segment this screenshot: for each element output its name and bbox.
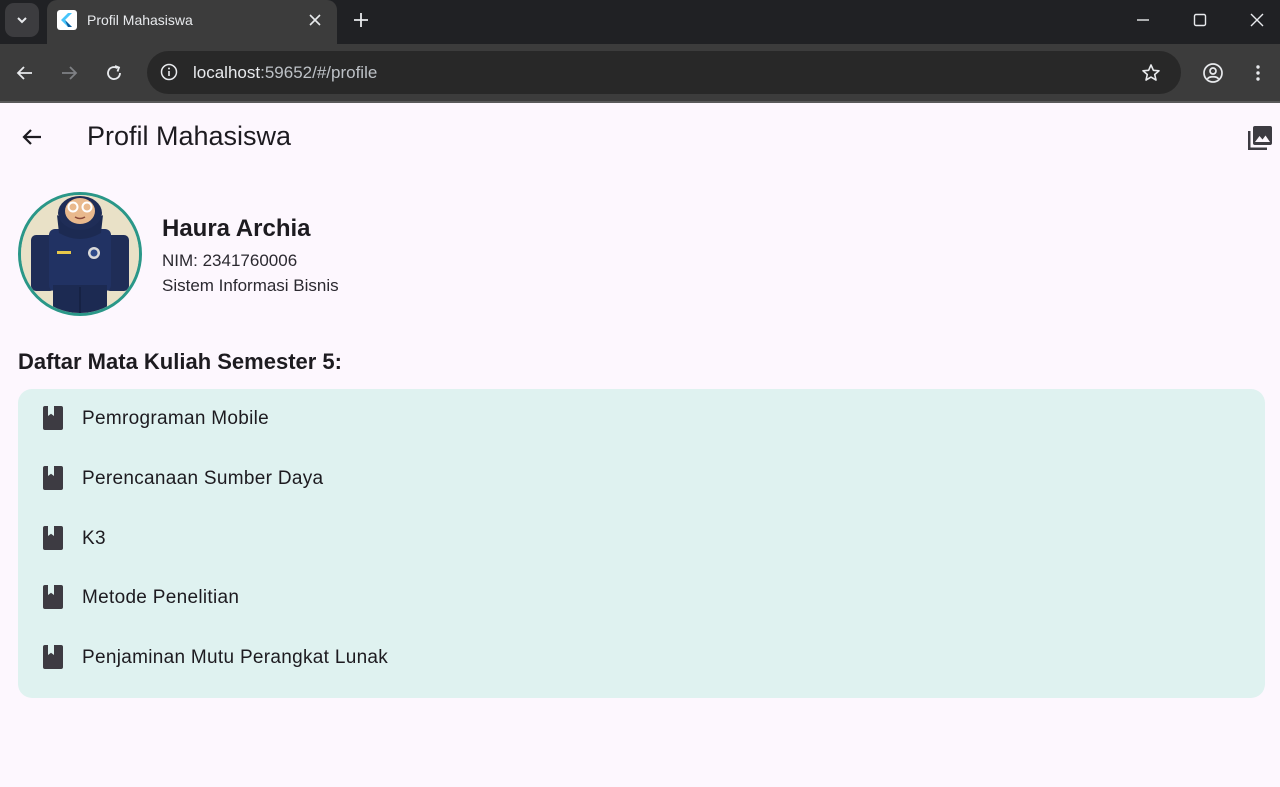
minimize-button[interactable] bbox=[1114, 0, 1171, 40]
course-item[interactable]: Metode Penelitian bbox=[18, 568, 1265, 627]
avatar bbox=[18, 192, 142, 316]
profile-button[interactable] bbox=[1199, 59, 1227, 87]
new-tab-button[interactable] bbox=[349, 8, 373, 32]
avatar-illustration bbox=[21, 195, 139, 313]
url-text: localhost:59652/#/profile bbox=[193, 63, 377, 83]
tab-search-button[interactable] bbox=[5, 3, 39, 37]
address-bar[interactable]: localhost:59652/#/profile bbox=[147, 51, 1181, 94]
arrow-left-icon bbox=[22, 129, 41, 145]
courses-section-title: Daftar Mata Kuliah Semester 5: bbox=[18, 349, 342, 374]
student-name: Haura Archia bbox=[162, 215, 311, 242]
course-item[interactable]: Perencanaan Sumber Daya bbox=[18, 449, 1265, 508]
arrow-right-icon bbox=[62, 66, 78, 80]
browser-menu-button[interactable] bbox=[1244, 59, 1272, 87]
browser-back-button[interactable] bbox=[11, 59, 39, 87]
course-item[interactable]: Penjaminan Mutu Perangkat Lunak bbox=[18, 628, 1265, 687]
course-label: Perencanaan Sumber Daya bbox=[82, 468, 324, 489]
browser-forward-button[interactable] bbox=[55, 59, 83, 87]
browser-tabstrip: Profil Mahasiswa bbox=[0, 0, 1280, 44]
student-program: Sistem Informasi Bisnis bbox=[162, 276, 339, 295]
reload-icon bbox=[107, 65, 121, 80]
maximize-icon bbox=[1193, 13, 1206, 27]
maximize-button[interactable] bbox=[1171, 0, 1228, 40]
arrow-left-icon bbox=[16, 66, 32, 80]
site-info-icon[interactable] bbox=[159, 62, 179, 82]
tab-title: Profil Mahasiswa bbox=[87, 12, 193, 28]
bookmark-star-button[interactable] bbox=[1139, 61, 1163, 85]
close-icon bbox=[1250, 13, 1263, 27]
reload-button[interactable] bbox=[100, 59, 128, 87]
course-label: Pemrograman Mobile bbox=[82, 408, 270, 429]
gallery-button[interactable] bbox=[1244, 123, 1276, 153]
course-item[interactable]: Pemrograman Mobile bbox=[18, 389, 1265, 448]
app-bar: Profil Mahasiswa bbox=[0, 103, 1280, 171]
book-icon bbox=[43, 585, 63, 609]
course-item[interactable]: K3 bbox=[18, 509, 1265, 568]
back-button[interactable] bbox=[16, 121, 48, 153]
browser-toolbar: localhost:59652/#/profile bbox=[0, 44, 1280, 102]
account-circle-icon bbox=[1203, 63, 1223, 83]
book-icon bbox=[43, 645, 63, 669]
minimize-icon bbox=[1136, 19, 1149, 21]
page-title: Profil Mahasiswa bbox=[87, 121, 292, 151]
book-icon bbox=[43, 526, 63, 550]
book-icon bbox=[43, 406, 63, 430]
book-icon bbox=[43, 466, 63, 490]
course-list-card: Pemrograman Mobile Perencanaan Sumber Da… bbox=[18, 389, 1265, 698]
student-nim: NIM: 2341760006 bbox=[162, 251, 298, 270]
chevron-down-icon bbox=[17, 17, 27, 24]
url-host: localhost bbox=[193, 63, 261, 82]
plus-icon bbox=[354, 13, 368, 27]
photo-library-icon bbox=[1248, 126, 1272, 150]
more-vert-icon bbox=[1256, 65, 1260, 81]
course-label: Metode Penelitian bbox=[82, 587, 240, 608]
close-icon bbox=[309, 14, 321, 26]
flutter-favicon-icon bbox=[57, 10, 77, 30]
url-path: :59652/#/profile bbox=[260, 63, 378, 82]
course-label: K3 bbox=[82, 528, 106, 549]
course-label: Penjaminan Mutu Perangkat Lunak bbox=[82, 647, 389, 668]
tab-close-button[interactable] bbox=[305, 10, 325, 30]
browser-tab[interactable]: Profil Mahasiswa bbox=[47, 0, 337, 44]
star-icon bbox=[1142, 64, 1160, 81]
window-close-button[interactable] bbox=[1228, 0, 1280, 40]
